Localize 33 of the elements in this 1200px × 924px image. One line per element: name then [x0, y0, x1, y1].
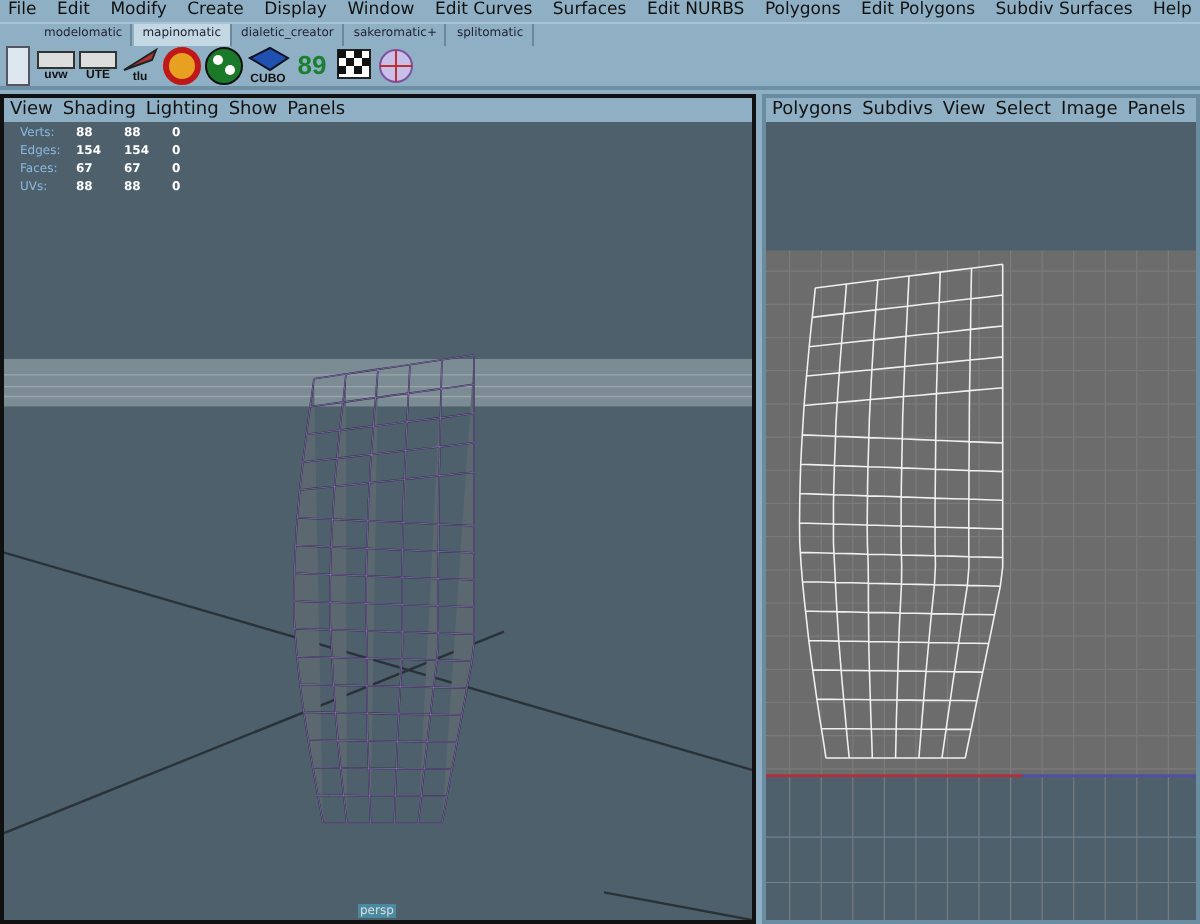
menu-item[interactable]: Create — [187, 0, 244, 22]
cube-icon — [246, 46, 290, 74]
frame-icon — [36, 50, 76, 70]
menu-item[interactable]: Modify — [110, 0, 167, 22]
panel-menu-item[interactable]: Image — [1061, 100, 1118, 120]
menu-item[interactable]: Subdiv Surfaces — [995, 0, 1133, 22]
menu-item[interactable]: Edit Curves — [434, 0, 533, 22]
frame-icon — [78, 50, 118, 70]
menu-item[interactable]: Display — [264, 0, 327, 22]
shelf-menu-icon[interactable] — [6, 46, 30, 86]
cup-icon — [162, 46, 202, 86]
panel-menu-item[interactable]: View — [942, 100, 986, 120]
menu-item[interactable]: File — [8, 0, 37, 22]
menu-item[interactable]: Edit Polygons — [861, 0, 976, 22]
menu-item[interactable]: Help — [1153, 0, 1192, 22]
menu-item[interactable]: Surfaces — [552, 0, 627, 22]
panel-menu-item[interactable]: Shading — [62, 100, 136, 120]
panel-menu-item[interactable]: Show — [228, 100, 278, 120]
menu-item[interactable]: Edit — [56, 0, 90, 22]
panel-menu-item[interactable]: View — [10, 100, 53, 120]
globe-icon — [376, 46, 416, 86]
panel-menu-item[interactable]: Lighting — [145, 100, 219, 120]
menu-item[interactable]: Edit NURBS — [646, 0, 745, 22]
panel-menu-item[interactable]: Panels — [287, 100, 346, 120]
menu-item[interactable]: Polygons — [764, 0, 841, 22]
knife-icon — [120, 48, 160, 72]
ball-icon — [204, 46, 244, 86]
panel-menu-item[interactable]: Subdivs — [862, 100, 933, 120]
shelf-ball-button[interactable] — [204, 46, 244, 86]
panel-menu-item[interactable]: Polygons — [772, 100, 853, 120]
panel-menu-item[interactable]: Select — [995, 100, 1052, 120]
panel-menu-item[interactable]: Panels — [1127, 100, 1186, 120]
menu-item[interactable]: Window — [347, 0, 415, 22]
